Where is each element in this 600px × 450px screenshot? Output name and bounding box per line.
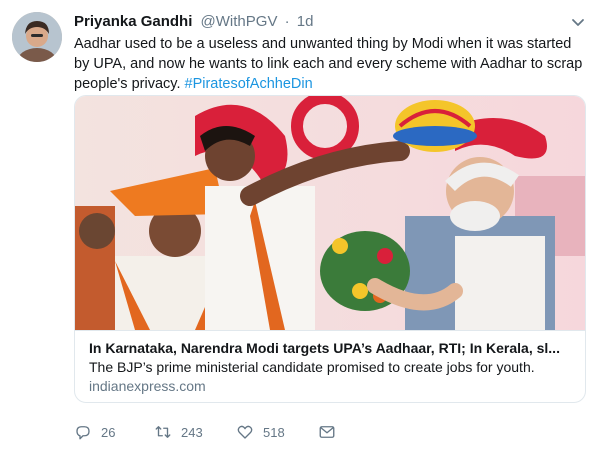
card-title[interactable]: In Karnataka, Narendra Modi targets UPA’… xyxy=(89,339,571,358)
tweet-text-body: Aadhar used to be a useless and unwanted… xyxy=(74,36,583,92)
retweet-icon xyxy=(155,426,171,438)
action-bar: 26 243 518 xyxy=(74,422,594,442)
separator-dot: · xyxy=(284,13,290,30)
author-name[interactable]: Priyanka Gandhi xyxy=(74,13,192,30)
timestamp[interactable]: 1d xyxy=(297,13,314,30)
reply-count: 26 xyxy=(101,424,116,440)
direct-message-button[interactable] xyxy=(318,422,336,442)
like-button[interactable]: 518 xyxy=(236,422,285,442)
like-count: 518 xyxy=(263,424,285,440)
retweet-count: 243 xyxy=(181,424,203,440)
link-card[interactable]: In Karnataka, Narendra Modi targets UPA’… xyxy=(74,95,586,403)
reply-icon xyxy=(76,426,90,440)
avatar[interactable] xyxy=(12,12,62,62)
card-domain: indianexpress.com xyxy=(89,378,206,394)
card-body[interactable]: In Karnataka, Narendra Modi targets UPA’… xyxy=(75,330,585,402)
chevron-down-icon[interactable] xyxy=(570,14,586,30)
tweet-header: Priyanka Gandhi @WithPGV · 1d xyxy=(74,12,313,32)
tweet-text: Aadhar used to be a useless and unwanted… xyxy=(74,34,586,94)
avatar-image xyxy=(12,12,62,62)
tweet: Priyanka Gandhi @WithPGV · 1d Aadhar use… xyxy=(0,0,600,450)
reply-button[interactable]: 26 xyxy=(74,422,115,442)
hashtag-link[interactable]: #PiratesofAchheDin xyxy=(185,76,313,92)
envelope-icon xyxy=(319,426,335,438)
heart-icon xyxy=(237,425,253,439)
card-image[interactable] xyxy=(75,96,585,330)
author-handle[interactable]: @WithPGV xyxy=(201,13,278,30)
retweet-button[interactable]: 243 xyxy=(154,422,203,442)
card-description: The BJP’s prime ministerial candidate pr… xyxy=(89,359,535,375)
